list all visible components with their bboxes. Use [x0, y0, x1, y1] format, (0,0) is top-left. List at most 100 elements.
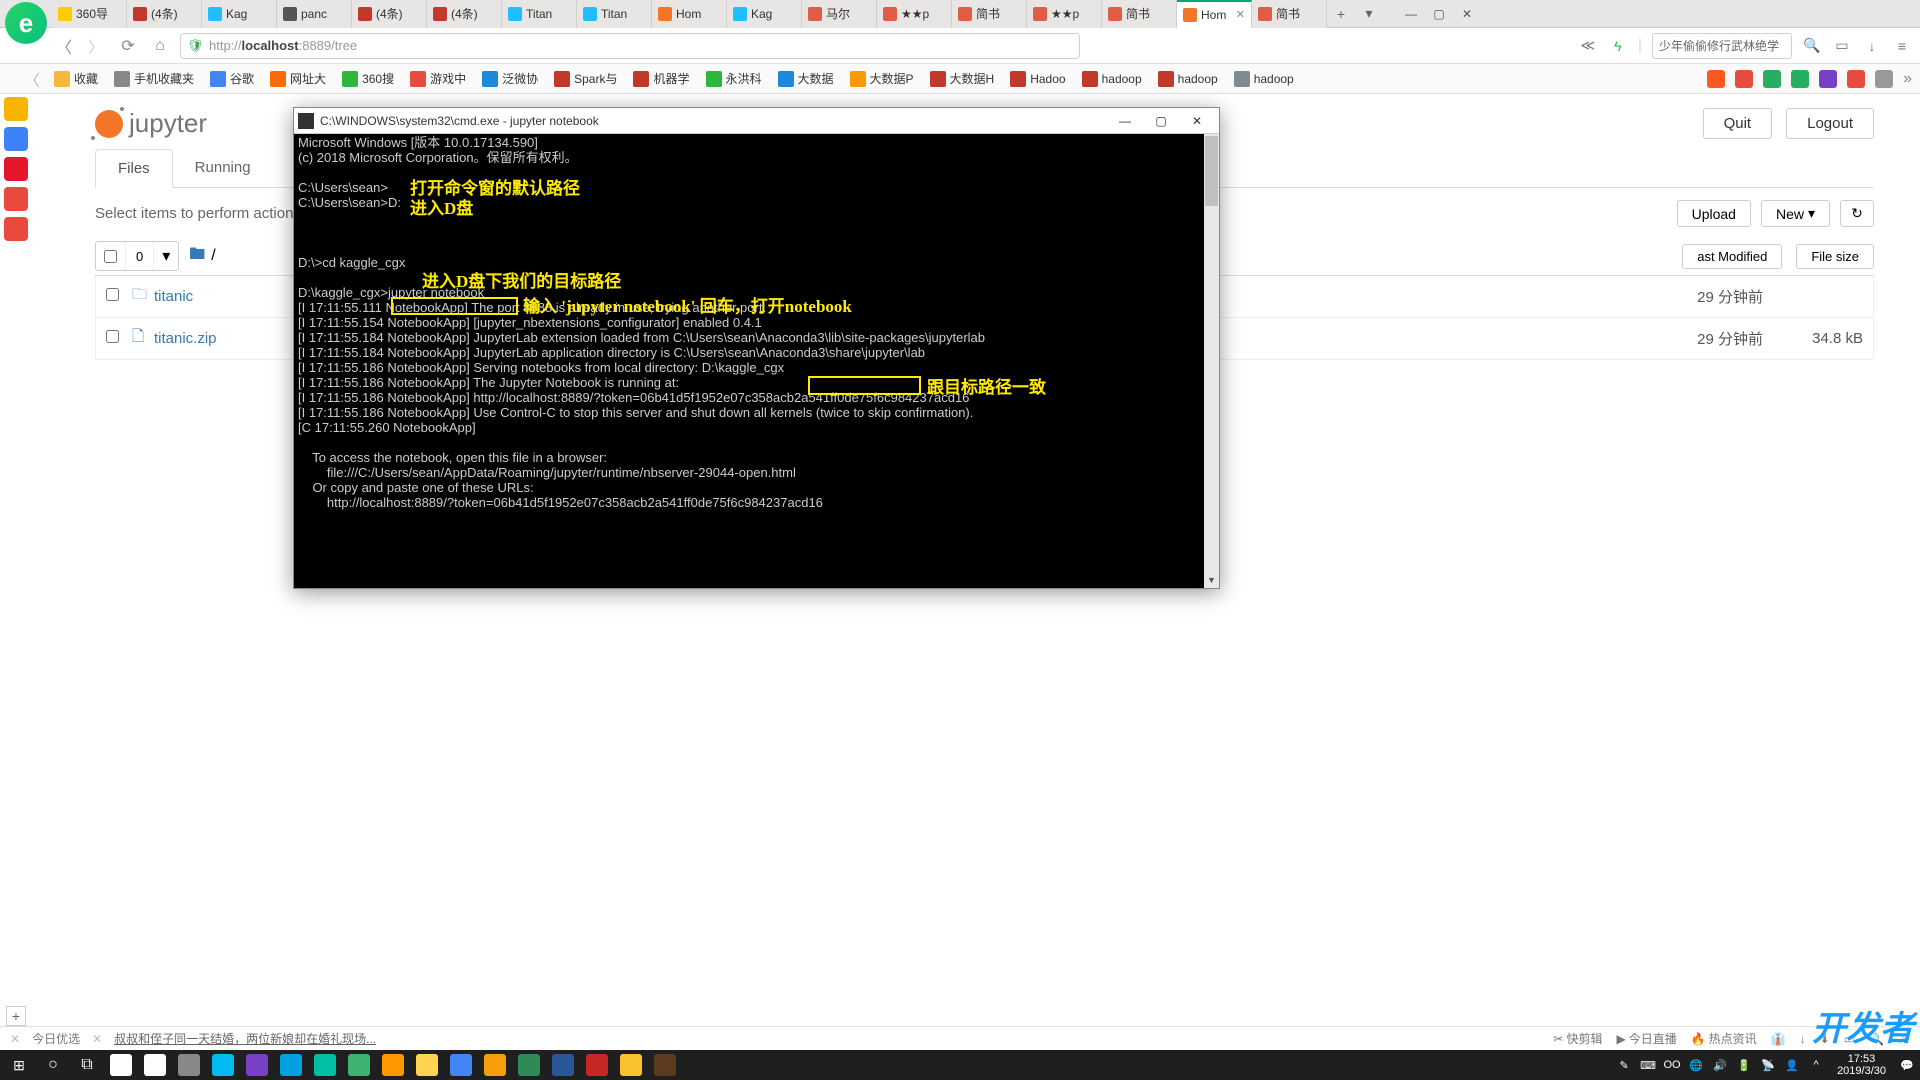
browser-tab[interactable]: Titan [502, 0, 577, 28]
file-name[interactable]: titanic [154, 288, 193, 305]
tray-icon[interactable]: 📡 [1757, 1054, 1779, 1076]
nav-back-icon[interactable]: 〈 [52, 34, 76, 58]
tray-icon[interactable]: 🌐 [1685, 1054, 1707, 1076]
upload-button[interactable]: Upload [1677, 200, 1751, 227]
cmd-maximize[interactable]: ▢ [1143, 110, 1179, 132]
logout-button[interactable]: Logout [1786, 108, 1874, 139]
notifications-icon[interactable]: 💬 [1896, 1054, 1918, 1076]
new-tab-icon[interactable]: + [1333, 6, 1349, 22]
tray-icon[interactable]: 🔊 [1709, 1054, 1731, 1076]
cortana-icon[interactable]: ○ [36, 1051, 70, 1079]
news-live[interactable]: ▶ 今日直播 [1616, 1030, 1676, 1047]
browser-tab[interactable]: 简书 [1252, 0, 1327, 28]
taskbar-app[interactable] [614, 1051, 648, 1079]
bookmark-item[interactable]: 360搜 [336, 68, 400, 89]
taskbar-app[interactable] [104, 1051, 138, 1079]
news-clip[interactable]: ✂ 快剪辑 [1553, 1030, 1602, 1047]
bookmark-item[interactable]: hadoop [1228, 69, 1300, 89]
browser-tab[interactable]: Hom✕ [1177, 0, 1252, 28]
menu-icon[interactable]: ≡ [1892, 36, 1912, 56]
taskbar-app[interactable] [240, 1051, 274, 1079]
toolbar-icon[interactable] [1735, 70, 1753, 88]
refresh-button[interactable]: ↻ [1840, 200, 1874, 227]
toolbar-icon[interactable] [1763, 70, 1781, 88]
search-icon[interactable]: 🔍 [1802, 36, 1822, 56]
bookmark-item[interactable]: hadoop [1076, 69, 1148, 89]
browser-tab[interactable]: (4条) [352, 0, 427, 28]
browser-tab[interactable]: panc [277, 0, 352, 28]
jupyter-logo[interactable]: jupyter [95, 108, 207, 139]
taskbar-app[interactable] [274, 1051, 308, 1079]
home-icon[interactable]: ⌂ [148, 34, 172, 58]
bookmark-item[interactable]: 机器学 [627, 68, 695, 89]
browser-tab[interactable]: Kag [202, 0, 277, 28]
tab-close-icon[interactable]: ✕ [1236, 8, 1245, 21]
select-all-checkbox[interactable] [104, 250, 117, 263]
taskbar-app[interactable] [648, 1051, 682, 1079]
taskbar-app[interactable] [410, 1051, 444, 1079]
taskbar-app[interactable] [308, 1051, 342, 1079]
browser-tab[interactable]: (4条) [427, 0, 502, 28]
bookmarks-more-icon[interactable]: » [1903, 70, 1912, 88]
taskbar-app[interactable] [206, 1051, 240, 1079]
taskbar-app[interactable] [512, 1051, 546, 1079]
bookmark-item[interactable]: 手机收藏夹 [108, 68, 200, 89]
bookmark-item[interactable]: Hadoo [1004, 69, 1071, 89]
toolbar-icon[interactable] [1791, 70, 1809, 88]
cmd-titlebar[interactable]: C:\WINDOWS\system32\cmd.exe - jupyter no… [294, 108, 1219, 134]
bookmark-item[interactable]: 谷歌 [204, 68, 260, 89]
browser-tab[interactable]: (4条) [127, 0, 202, 28]
bookmark-item[interactable]: 大数据P [844, 68, 920, 89]
nav-forward-icon[interactable]: 〉 [84, 34, 108, 58]
browser-tab[interactable]: ★★p [1027, 0, 1102, 28]
window-close[interactable]: ✕ [1453, 4, 1481, 24]
sidebar-add-button[interactable]: + [6, 1006, 26, 1026]
sidebar-icon[interactable] [4, 217, 28, 241]
window-minimize[interactable]: — [1397, 4, 1425, 24]
toolbar-icon[interactable] [1875, 70, 1893, 88]
new-button[interactable]: New ▾ [1761, 200, 1830, 227]
news-link[interactable]: 叔叔和侄子同一天结婚，两位新娘却在婚礼现场... [114, 1030, 376, 1047]
news-i1[interactable]: ↓ [1800, 1032, 1806, 1046]
col-file-size[interactable]: File size [1796, 244, 1874, 269]
download-icon[interactable]: ↓ [1862, 36, 1882, 56]
bookmark-item[interactable]: 泛微协 [476, 68, 544, 89]
sidebar-icon[interactable] [4, 187, 28, 211]
toolbar-icon[interactable] [1847, 70, 1865, 88]
tray-icon[interactable]: ✎ [1613, 1054, 1635, 1076]
browser-tab[interactable]: 简书 [952, 0, 1027, 28]
quit-button[interactable]: Quit [1703, 108, 1773, 139]
taskbar-app[interactable] [376, 1051, 410, 1079]
browser-tab[interactable]: ★★p [877, 0, 952, 28]
reload-icon[interactable]: ⟳ [116, 34, 140, 58]
taskbar-app[interactable] [172, 1051, 206, 1079]
folder-icon[interactable]: 🖿 [189, 243, 205, 270]
tray-icon[interactable]: ^ [1805, 1054, 1827, 1076]
col-last-modified[interactable]: ast Modified [1682, 244, 1782, 269]
browser-tab[interactable]: Kag [727, 0, 802, 28]
bookmark-item[interactable]: hadoop [1152, 69, 1224, 89]
browser-tab[interactable]: Hom [652, 0, 727, 28]
scroll-thumb[interactable] [1205, 136, 1218, 206]
cmd-minimize[interactable]: — [1107, 110, 1143, 132]
bookmarks-prev-icon[interactable]: 〈 [20, 67, 44, 91]
scroll-down-icon[interactable]: ▼ [1204, 573, 1219, 588]
tab-list-icon[interactable]: ▾ [1361, 6, 1377, 22]
bookmark-item[interactable]: 游戏中 [404, 68, 472, 89]
row-checkbox[interactable] [106, 288, 119, 301]
browser-tab[interactable]: 360导 [52, 0, 127, 28]
taskbar-app[interactable] [444, 1051, 478, 1079]
tray-icon[interactable]: ⌨ [1637, 1054, 1659, 1076]
tab-running[interactable]: Running [173, 149, 273, 187]
taskbar-app[interactable] [138, 1051, 172, 1079]
tab-files[interactable]: Files [95, 149, 173, 188]
tray-icon[interactable]: 👤 [1781, 1054, 1803, 1076]
sidebar-icon[interactable] [4, 127, 28, 151]
url-bar[interactable]: 🛡 http://localhost:8889/tree [180, 33, 1080, 59]
news-hot[interactable]: 🔥 热点资讯 [1691, 1030, 1757, 1047]
browser-search[interactable]: 少年偷偷修行武林绝学 [1652, 33, 1792, 59]
share-icon[interactable]: ≪ [1578, 36, 1598, 56]
bookmark-item[interactable]: 大数据 [772, 68, 840, 89]
tray-icon[interactable]: OO [1661, 1054, 1683, 1076]
window-maximize[interactable]: ▢ [1425, 4, 1453, 24]
